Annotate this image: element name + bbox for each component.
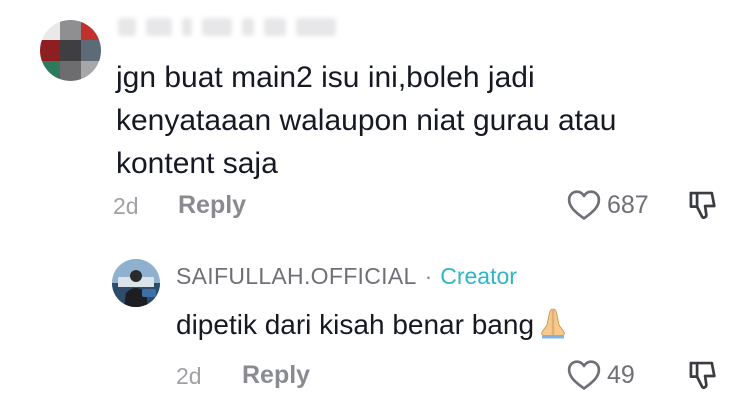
avatar-pixel xyxy=(80,20,101,41)
comment-like-button[interactable]: 687 xyxy=(567,189,649,221)
comment-timestamp: 2d xyxy=(113,193,139,219)
avatar-pixel xyxy=(40,40,61,61)
avatar-pixel xyxy=(40,60,61,81)
reply-author-name[interactable]: SAIFULLAH.OFFICIAL xyxy=(176,263,417,290)
comment-reply-button[interactable]: Reply xyxy=(178,191,246,220)
comment-text: jgn buat main2 isu ini,boleh jadi kenyat… xyxy=(116,61,617,180)
reply-reply-button[interactable]: Reply xyxy=(242,361,310,390)
reply-dislike-button[interactable] xyxy=(687,360,717,392)
avatar-pixel xyxy=(80,40,101,61)
thumbs-down-icon xyxy=(687,190,717,222)
reply-timestamp: 2d xyxy=(176,363,202,389)
reply-text-container: dipetik dari kisah benar bang xyxy=(176,306,570,350)
reply-text: dipetik dari kisah benar bang xyxy=(176,309,535,340)
creator-badge: Creator xyxy=(440,263,517,289)
separator-dot: · xyxy=(424,263,433,289)
reply-like-button[interactable]: 49 xyxy=(567,359,635,391)
avatar-pixel xyxy=(40,20,61,41)
heart-outline-icon xyxy=(567,359,601,391)
avatar-pixel xyxy=(80,60,101,81)
avatar-pixel xyxy=(60,40,81,61)
commenter-avatar[interactable] xyxy=(40,20,101,81)
comment-like-count: 687 xyxy=(607,190,649,219)
reply-header: SAIFULLAH.OFFICIAL · Creator xyxy=(176,263,517,290)
avatar-pixel xyxy=(60,20,81,41)
avatar-pixel xyxy=(60,60,81,81)
comment-dislike-button[interactable] xyxy=(687,190,717,222)
thumbs-down-icon xyxy=(687,360,717,392)
reply-like-count: 49 xyxy=(607,360,635,389)
creator-avatar[interactable] xyxy=(112,259,160,307)
commenter-username-redacted[interactable] xyxy=(118,14,378,40)
praying-hands-icon xyxy=(536,306,570,350)
heart-outline-icon xyxy=(567,189,601,221)
